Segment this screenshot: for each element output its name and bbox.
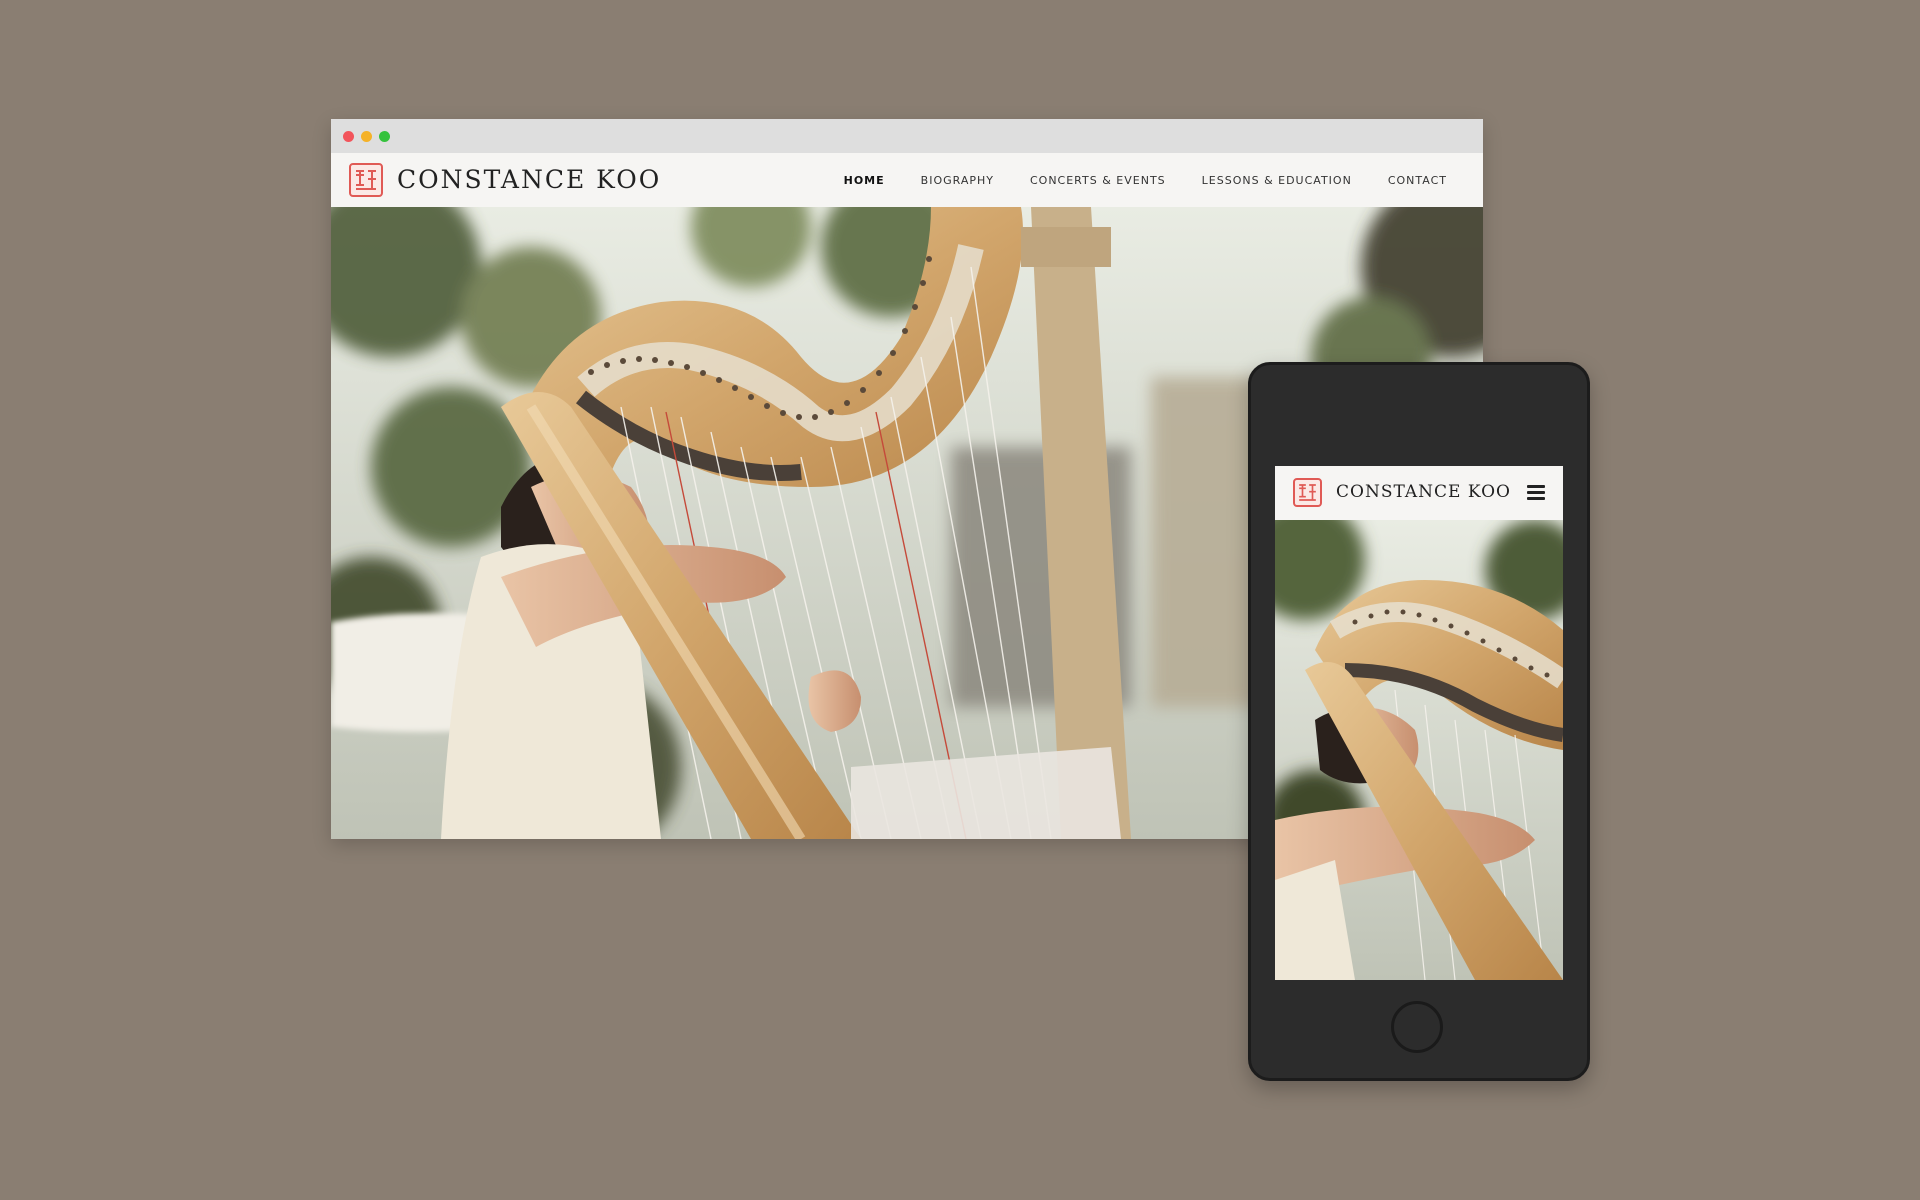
mobile-hero-image bbox=[1275, 500, 1563, 980]
phone-home-button[interactable] bbox=[1391, 1001, 1443, 1053]
mobile-site-header: CONSTANCE KOO bbox=[1275, 466, 1563, 520]
seal-logo-icon[interactable] bbox=[1293, 478, 1322, 507]
minimize-window-dot-icon[interactable] bbox=[361, 131, 372, 142]
main-nav: HOME BIOGRAPHY CONCERTS & EVENTS LESSONS… bbox=[808, 153, 1447, 207]
site-title[interactable]: CONSTANCE KOO bbox=[397, 165, 661, 194]
nav-contact[interactable]: CONTACT bbox=[1388, 174, 1447, 187]
mobile-site-title[interactable]: CONSTANCE KOO bbox=[1336, 482, 1511, 502]
phone-screen: CONSTANCE KOO bbox=[1275, 466, 1563, 980]
nav-concerts-events[interactable]: CONCERTS & EVENTS bbox=[1030, 174, 1166, 187]
site-header: CONSTANCE KOO HOME BIOGRAPHY CONCERTS & … bbox=[331, 153, 1483, 207]
close-window-dot-icon[interactable] bbox=[343, 131, 354, 142]
seal-logo-icon[interactable] bbox=[349, 163, 383, 197]
phone-mockup: CONSTANCE KOO bbox=[1248, 362, 1590, 1081]
browser-chrome-bar bbox=[331, 119, 1483, 154]
nav-biography[interactable]: BIOGRAPHY bbox=[921, 174, 994, 187]
hamburger-menu-icon[interactable] bbox=[1527, 485, 1545, 500]
nav-lessons-education[interactable]: LESSONS & EDUCATION bbox=[1202, 174, 1352, 187]
nav-home[interactable]: HOME bbox=[844, 174, 885, 187]
maximize-window-dot-icon[interactable] bbox=[379, 131, 390, 142]
